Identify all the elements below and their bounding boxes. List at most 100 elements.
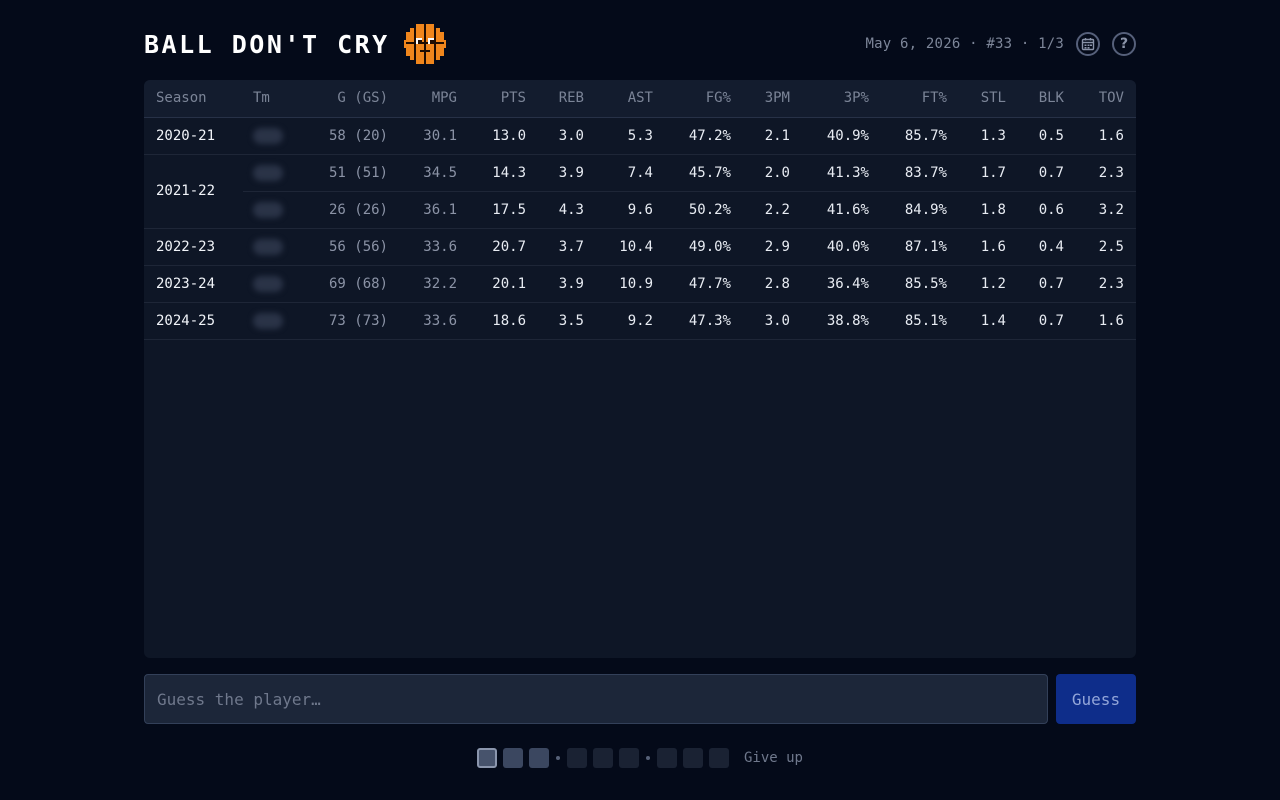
3p-cell: 41.6% [802,191,881,229]
progress-step-locked [656,748,677,768]
progress-step-revealed [502,748,523,768]
table-row: 26 (26) 36.1 17.5 4.3 9.6 50.2% 2.2 41.6… [144,191,1136,229]
ft-cell: 85.7% [881,117,959,155]
tov-cell: 1.6 [1076,117,1136,155]
3pm-cell: 2.1 [743,117,802,155]
table-row: 2024-25 73 (73) 33.6 18.6 3.5 9.2 47.3% … [144,302,1136,340]
3p-cell: 41.3% [802,154,881,192]
mpg-cell: 36.1 [400,191,469,229]
ast-cell: 5.3 [596,117,665,155]
guess-progress: Give up [0,747,1280,769]
season-cell: 2021-22 [144,154,243,229]
table-row: 2020-21 58 (20) 30.1 13.0 3.0 5.3 47.2% … [144,117,1136,155]
ast-cell: 7.4 [596,154,665,192]
pts-cell: 13.0 [469,117,538,155]
reb-cell: 3.9 [538,265,596,303]
fg-cell: 49.0% [665,228,743,266]
season-cell: 2023-24 [144,265,243,303]
column-header: Season [144,80,243,118]
ft-cell: 83.7% [881,154,959,192]
guess-button[interactable]: Guess [1056,674,1136,724]
games-cell: 56 (56) [287,228,400,266]
tov-cell: 3.2 [1076,191,1136,229]
team-redacted [253,201,283,218]
table-row: 2021-22 51 (51) 34.5 14.3 3.9 7.4 45.7% … [144,154,1136,229]
ft-cell: 85.1% [881,302,959,340]
help-icon: ? [1119,36,1129,52]
basketball-pixel-icon [403,24,446,64]
season-cell: 2020-21 [144,117,243,155]
3pm-cell: 2.8 [743,265,802,303]
column-header: AST [596,80,665,118]
team-redacted [253,127,283,144]
guess-form: Guess [144,674,1136,724]
fg-cell: 47.7% [665,265,743,303]
ft-cell: 87.1% [881,228,959,266]
ast-cell: 9.6 [596,191,665,229]
pts-cell: 17.5 [469,191,538,229]
3p-cell: 36.4% [802,265,881,303]
app-title: BALL DON'T CRY [144,29,390,59]
give-up-link[interactable]: Give up [744,750,803,766]
calendar-icon [1081,38,1095,51]
games-cell: 73 (73) [287,302,400,340]
games-cell: 26 (26) [287,191,400,229]
calendar-button[interactable] [1076,32,1100,56]
puzzle-info: May 6, 2026 · #33 · 1/3 [865,36,1064,52]
tov-cell: 1.6 [1076,302,1136,340]
ast-cell: 9.2 [596,302,665,340]
fg-cell: 45.7% [665,154,743,192]
progress-separator [555,756,560,760]
team-redacted [253,275,283,292]
column-header: REB [538,80,596,118]
reb-cell: 3.9 [538,154,596,192]
3pm-cell: 2.0 [743,154,802,192]
progress-step-current [476,748,497,768]
progress-step-locked [618,748,639,768]
team-cell-hidden [243,154,287,192]
stl-cell: 1.4 [959,302,1018,340]
team-redacted [253,164,283,181]
stl-cell: 1.8 [959,191,1018,229]
column-header: MPG [400,80,469,118]
reb-cell: 4.3 [538,191,596,229]
3pm-cell: 2.9 [743,228,802,266]
tov-cell: 2.5 [1076,228,1136,266]
mpg-cell: 32.2 [400,265,469,303]
blk-cell: 0.7 [1018,154,1076,192]
mpg-cell: 33.6 [400,228,469,266]
games-cell: 69 (68) [287,265,400,303]
games-cell: 58 (20) [287,117,400,155]
fg-cell: 50.2% [665,191,743,229]
pts-cell: 18.6 [469,302,538,340]
table-row: 2023-24 69 (68) 32.2 20.1 3.9 10.9 47.7%… [144,265,1136,303]
progress-step-locked [708,748,729,768]
pts-cell: 20.7 [469,228,538,266]
team-redacted [253,312,283,329]
progress-step-revealed [528,748,549,768]
column-header: 3PM [743,80,802,118]
mpg-cell: 30.1 [400,117,469,155]
column-header: 3P% [802,80,881,118]
pts-cell: 20.1 [469,265,538,303]
blk-cell: 0.7 [1018,302,1076,340]
3pm-cell: 2.2 [743,191,802,229]
table-row: 2022-23 56 (56) 33.6 20.7 3.7 10.4 49.0%… [144,228,1136,266]
progress-separator [645,756,650,760]
table-header-row: Season Tm G (GS) MPG PTS REB AST FG% 3PM… [144,80,1136,118]
team-cell-hidden [243,191,287,229]
blk-cell: 0.5 [1018,117,1076,155]
3p-cell: 38.8% [802,302,881,340]
mpg-cell: 33.6 [400,302,469,340]
team-cell-hidden [243,302,287,340]
reb-cell: 3.7 [538,228,596,266]
help-button[interactable]: ? [1112,32,1136,56]
app-header: BALL DON'T CRY May 6, 2026 · #33 · 1/3 ? [144,24,1136,64]
column-header: TOV [1076,80,1136,118]
ast-cell: 10.4 [596,228,665,266]
stl-cell: 1.3 [959,117,1018,155]
3pm-cell: 3.0 [743,302,802,340]
guess-input[interactable] [144,674,1048,724]
column-header: PTS [469,80,538,118]
tov-cell: 2.3 [1076,265,1136,303]
